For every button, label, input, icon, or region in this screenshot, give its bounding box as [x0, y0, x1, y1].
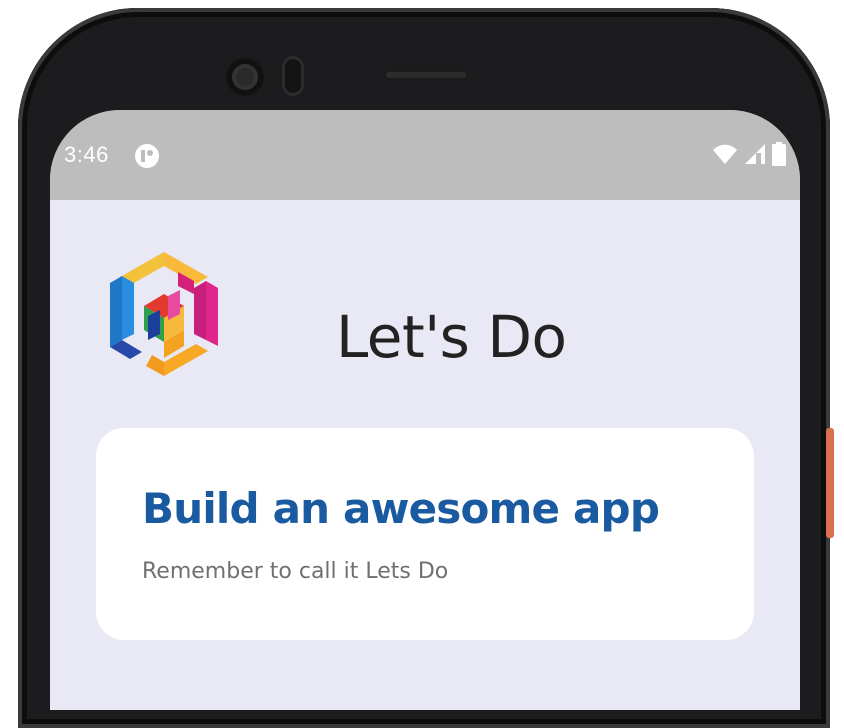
task-card[interactable]: Build an awesome app Remember to call it…	[96, 428, 754, 640]
app-title: Let's Do	[336, 303, 567, 371]
cell-signal-icon	[745, 144, 765, 164]
battery-icon	[772, 142, 786, 166]
lets-do-logo	[110, 252, 218, 376]
status-bar: 3:46	[50, 110, 800, 200]
status-time: 3:46	[64, 142, 109, 167]
app-header: Let's Do	[50, 200, 800, 435]
front-camera-icon	[226, 58, 264, 96]
task-subtitle: Remember to call it Lets Do	[142, 559, 449, 584]
status-icons	[712, 142, 786, 166]
earpiece-speaker	[384, 70, 468, 80]
app-notification-icon	[135, 144, 159, 168]
proximity-sensor	[282, 56, 304, 96]
wifi-icon	[713, 144, 737, 164]
phone-screen: 3:46 Let's Do Build an awesome app Remem…	[50, 110, 800, 710]
side-power-button	[826, 428, 834, 538]
task-title: Build an awesome app	[142, 484, 660, 533]
